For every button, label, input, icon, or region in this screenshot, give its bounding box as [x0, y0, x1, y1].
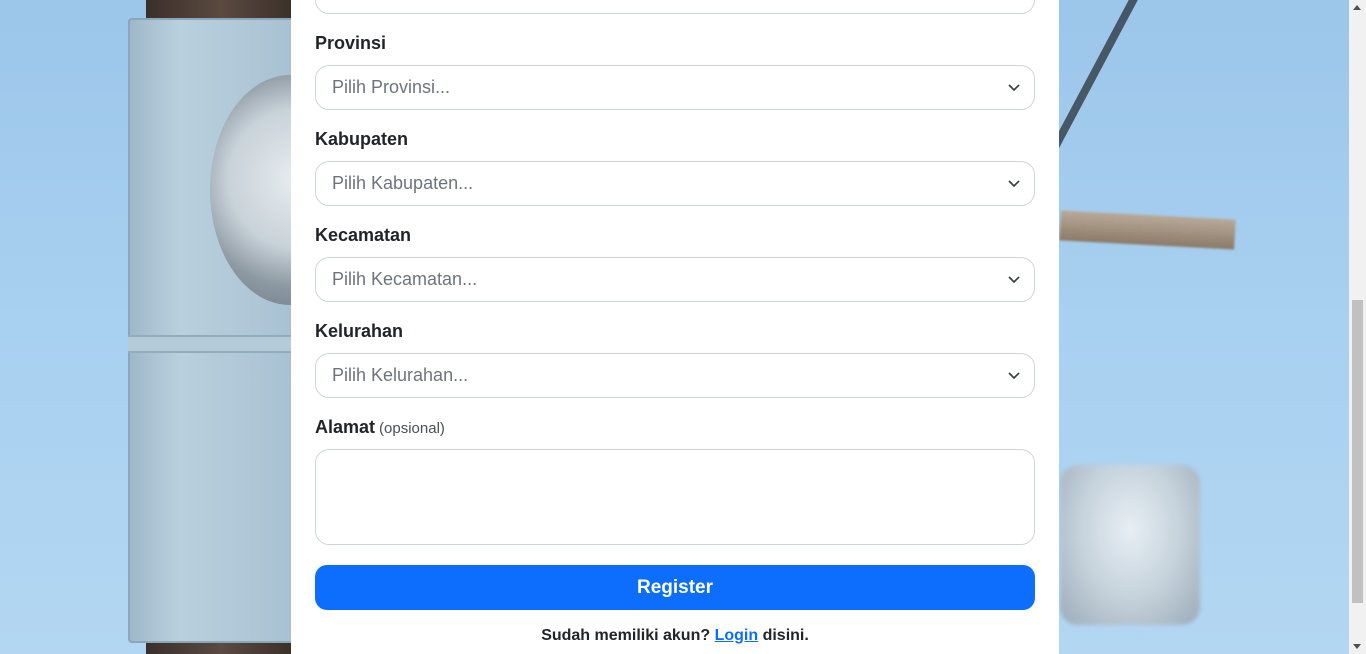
kabupaten-select-value: Pilih Kabupaten...: [332, 173, 474, 193]
pole-crossarm: [1059, 210, 1236, 250]
login-prompt-prefix: Sudah memiliki akun?: [541, 627, 711, 644]
chevron-down-icon: [1008, 371, 1020, 379]
login-prompt: Sudah memiliki akun? Login disini.: [291, 627, 1059, 645]
page-scrollbar[interactable]: [1349, 0, 1366, 654]
kelurahan-select[interactable]: Pilih Kelurahan...: [315, 353, 1035, 398]
kabupaten-select[interactable]: Pilih Kabupaten...: [315, 161, 1035, 206]
provinsi-select-value: Pilih Provinsi...: [332, 77, 451, 97]
kecamatan-select-value: Pilih Kecamatan...: [332, 269, 478, 289]
scroll-down-arrow-icon[interactable]: [1353, 644, 1361, 649]
kelurahan-label: Kelurahan: [315, 321, 404, 341]
transformer: [1060, 465, 1200, 625]
login-prompt-suffix: disini.: [762, 627, 809, 644]
register-button[interactable]: Register: [315, 565, 1035, 610]
alamat-textarea[interactable]: [315, 449, 1035, 545]
scroll-up-arrow-icon[interactable]: [1353, 5, 1361, 10]
alamat-label: Alamat (opsional): [315, 417, 445, 438]
register-form-panel: Provinsi Pilih Provinsi... Kabupaten Pil…: [291, 0, 1059, 654]
alamat-label-text: Alamat: [315, 417, 376, 437]
kecamatan-select[interactable]: Pilih Kecamatan...: [315, 257, 1035, 302]
provinsi-label: Provinsi: [315, 33, 387, 53]
login-link[interactable]: Login: [715, 627, 759, 644]
meter-box-band: [128, 335, 302, 353]
kelurahan-select-value: Pilih Kelurahan...: [332, 365, 469, 385]
previous-input-field[interactable]: [315, 0, 1035, 14]
kabupaten-label: Kabupaten: [315, 129, 409, 149]
kecamatan-label: Kecamatan: [315, 225, 412, 245]
provinsi-select[interactable]: Pilih Provinsi...: [315, 65, 1035, 110]
chevron-down-icon: [1008, 179, 1020, 187]
chevron-down-icon: [1008, 83, 1020, 91]
scrollbar-thumb[interactable]: [1352, 300, 1363, 603]
alamat-optional-note: (opsional): [379, 420, 445, 437]
chevron-down-icon: [1008, 275, 1020, 283]
